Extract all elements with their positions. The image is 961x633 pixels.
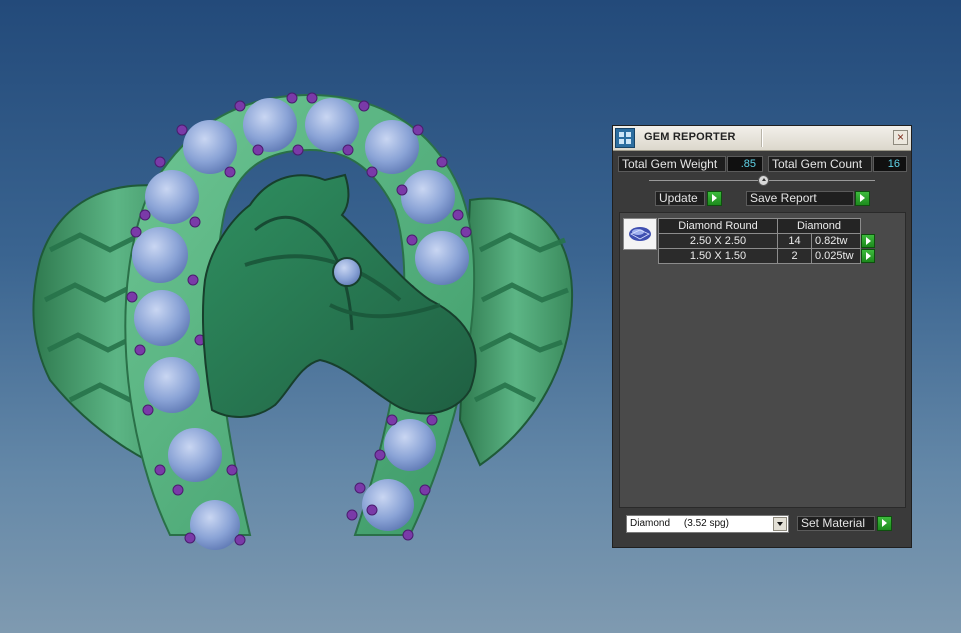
total-gem-weight-value: .85 (727, 156, 763, 172)
total-gem-count-value: 16 (873, 156, 907, 172)
set-material-play-arrow-icon[interactable] (877, 516, 892, 531)
material-select-value: Diamond (3.52 spg) (630, 518, 729, 529)
close-icon[interactable]: × (893, 130, 908, 145)
update-play-arrow-icon[interactable] (707, 191, 722, 206)
material-select[interactable]: Diamond (3.52 spg) (626, 515, 789, 533)
set-material-button[interactable]: Set Material (797, 516, 875, 531)
row-weight: 0.82tw (811, 233, 861, 249)
panel-title: GEM REPORTER (644, 131, 736, 143)
save-report-play-arrow-icon[interactable] (855, 191, 870, 206)
table-row[interactable]: 1.50 X 1.50 2 0.025tw (658, 248, 878, 264)
header-material: Diamond (777, 218, 861, 234)
dropdown-arrow-icon[interactable] (773, 517, 787, 531)
row-size: 1.50 X 1.50 (658, 248, 778, 264)
app-icon (615, 128, 635, 148)
table-header-row: Diamond Round Diamond (658, 218, 878, 234)
gem-thumbnail-icon[interactable] (623, 218, 657, 250)
table-row[interactable]: 2.50 X 2.50 14 0.82tw (658, 233, 878, 249)
row-play-arrow-icon[interactable] (861, 249, 875, 263)
gem-table: Diamond Round Diamond 2.50 X 2.50 14 0.8… (658, 218, 878, 264)
total-gem-count-label: Total Gem Count (768, 156, 872, 172)
slider-thumb-icon[interactable] (758, 175, 769, 186)
save-report-button[interactable]: Save Report (746, 191, 854, 206)
title-divider (761, 129, 763, 147)
row-play-arrow-icon[interactable] (861, 234, 875, 248)
update-button[interactable]: Update (655, 191, 705, 206)
gem-reporter-panel: GEM REPORTER × Total Gem Weight .85 Tota… (612, 125, 912, 548)
header-shape: Diamond Round (658, 218, 778, 234)
total-gem-weight-label: Total Gem Weight (618, 156, 726, 172)
horse-eye-gem (332, 257, 362, 287)
row-count: 2 (777, 248, 812, 264)
row-weight: 0.025tw (811, 248, 861, 264)
row-size: 2.50 X 2.50 (658, 233, 778, 249)
titlebar[interactable]: GEM REPORTER × (613, 126, 911, 151)
gem-list: Diamond Round Diamond 2.50 X 2.50 14 0.8… (619, 212, 906, 508)
row-count: 14 (777, 233, 812, 249)
